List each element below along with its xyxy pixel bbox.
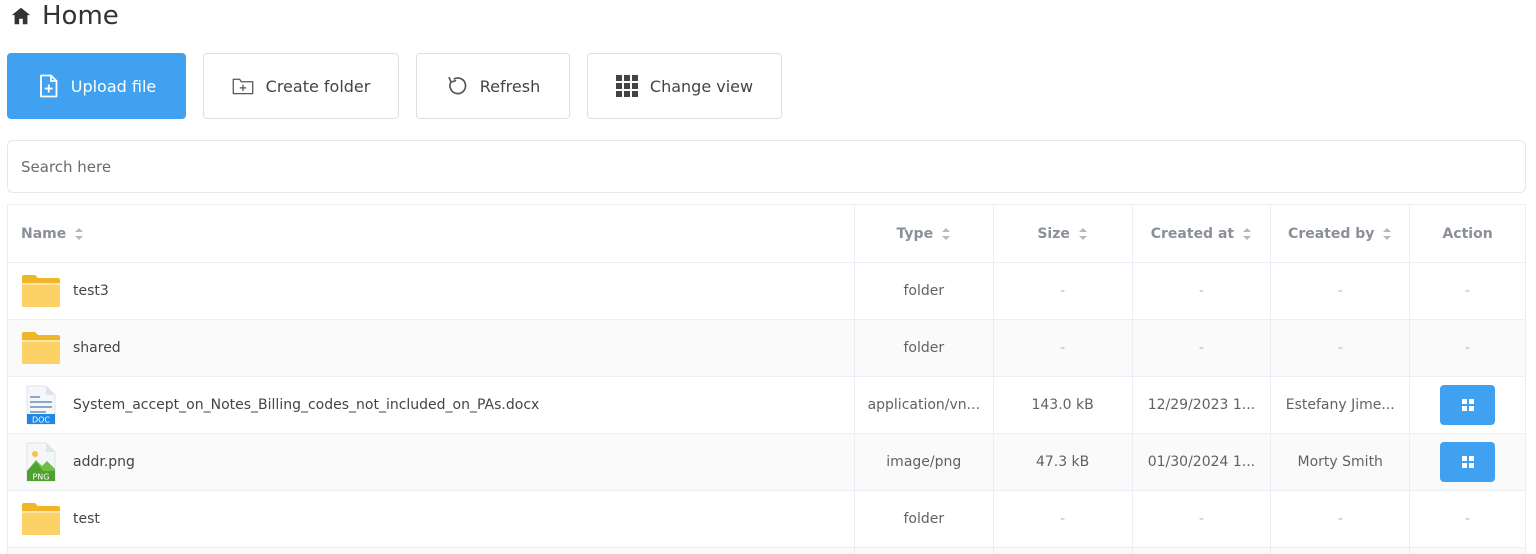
size-cell: - (994, 263, 1133, 319)
refresh-button[interactable]: Refresh (416, 53, 570, 119)
png-icon-label: PNG (32, 473, 49, 482)
created-at-cell: 12/29/2023 1... (1133, 377, 1272, 433)
column-header-created-by-label: Created by (1288, 225, 1375, 242)
file-name[interactable]: shared (73, 340, 121, 356)
folder-icon (21, 499, 61, 539)
change-view-button[interactable]: Change view (587, 53, 782, 119)
action-cell (1410, 377, 1525, 433)
created-by-cell: Estefany Jime... (1271, 377, 1411, 433)
column-header-type[interactable]: Type (855, 205, 994, 262)
file-name[interactable]: System_accept_on_Notes_Billing_codes_not… (73, 397, 539, 413)
png-file-icon: PNG (21, 442, 61, 482)
column-header-action-label: Action (1442, 225, 1493, 242)
search-input[interactable] (8, 141, 1525, 192)
column-header-type-label: Type (896, 225, 934, 242)
table-header-row: Name Type Size Created at Created by Act… (8, 205, 1525, 263)
action-cell (1410, 434, 1525, 490)
type-cell: folder (855, 263, 994, 319)
page-title-text: Home (42, 1, 119, 31)
refresh-label: Refresh (479, 76, 541, 96)
create-folder-button[interactable]: Create folder (203, 53, 399, 119)
folder-icon (21, 271, 61, 311)
column-header-created-by[interactable]: Created by (1271, 205, 1411, 262)
type-cell: folder (855, 320, 994, 376)
home-icon (8, 3, 34, 29)
sort-icon (75, 227, 84, 240)
type-cell: folder (855, 491, 994, 547)
created-at-cell: - (1133, 320, 1272, 376)
created-by-cell: - (1271, 491, 1411, 547)
grid-icon (1461, 456, 1474, 468)
size-cell: 143.0 kB (994, 377, 1133, 433)
upload-file-label: Upload file (70, 76, 157, 96)
column-header-name-label: Name (21, 225, 67, 242)
change-view-label: Change view (649, 76, 754, 96)
row-actions-button[interactable] (1440, 385, 1496, 425)
upload-file-button[interactable]: Upload file (7, 53, 186, 119)
file-name[interactable]: test3 (73, 283, 109, 299)
size-cell: 47.3 kB (994, 434, 1133, 490)
sort-icon (942, 227, 951, 240)
column-header-created-at-label: Created at (1150, 225, 1235, 242)
table-row[interactable]: DOC System_accept_on_Notes_Billing_codes… (8, 377, 1525, 434)
grid-view-icon (615, 75, 638, 97)
created-by-cell: - (1271, 320, 1411, 376)
sort-icon (1383, 227, 1392, 240)
column-header-size[interactable]: Size (994, 205, 1133, 262)
table-row[interactable]: PNG addr.png image/png 47.3 kB 01/30/202… (8, 434, 1525, 491)
folder-icon (21, 328, 61, 368)
size-cell: - (994, 491, 1133, 547)
column-header-name[interactable]: Name (8, 205, 855, 262)
column-header-created-at[interactable]: Created at (1133, 205, 1272, 262)
size-cell: - (994, 320, 1133, 376)
file-name[interactable]: test (73, 511, 100, 527)
search-box (7, 140, 1526, 193)
refresh-icon (446, 75, 468, 97)
created-by-cell: - (1271, 263, 1411, 319)
doc-file-icon: DOC (21, 385, 61, 425)
type-cell: application/vn... (855, 377, 994, 433)
page-title: Home (8, 0, 119, 32)
sort-icon (1078, 227, 1087, 240)
column-header-action: Action (1410, 205, 1525, 262)
sort-icon (1243, 227, 1252, 240)
name-cell: test (8, 491, 855, 547)
created-by-cell: Morty Smith (1271, 434, 1411, 490)
created-at-cell: - (1133, 491, 1272, 547)
grid-icon (1461, 399, 1474, 411)
type-cell: image/png (855, 434, 994, 490)
name-cell: test3 (8, 263, 855, 319)
table-row[interactable]: test folder - - - - (8, 491, 1525, 548)
action-cell: - (1465, 511, 1471, 527)
folder-plus-icon (232, 75, 254, 97)
file-table: Name Type Size Created at Created by Act… (7, 204, 1526, 554)
created-at-cell: 01/30/2024 1... (1133, 434, 1272, 490)
table-row-partial (8, 548, 1525, 554)
action-cell: - (1465, 283, 1471, 299)
file-name[interactable]: addr.png (73, 454, 135, 470)
row-actions-button[interactable] (1440, 442, 1496, 482)
table-row[interactable]: shared folder - - - - (8, 320, 1525, 377)
file-upload-icon (37, 74, 59, 98)
create-folder-label: Create folder (265, 76, 371, 96)
action-cell: - (1465, 340, 1471, 356)
column-header-size-label: Size (1037, 225, 1070, 242)
table-row[interactable]: test3 folder - - - - (8, 263, 1525, 320)
doc-icon-label: DOC (32, 416, 50, 425)
name-cell: PNG addr.png (8, 434, 855, 490)
name-cell: DOC System_accept_on_Notes_Billing_codes… (8, 377, 855, 433)
name-cell: shared (8, 320, 855, 376)
created-at-cell: - (1133, 263, 1272, 319)
